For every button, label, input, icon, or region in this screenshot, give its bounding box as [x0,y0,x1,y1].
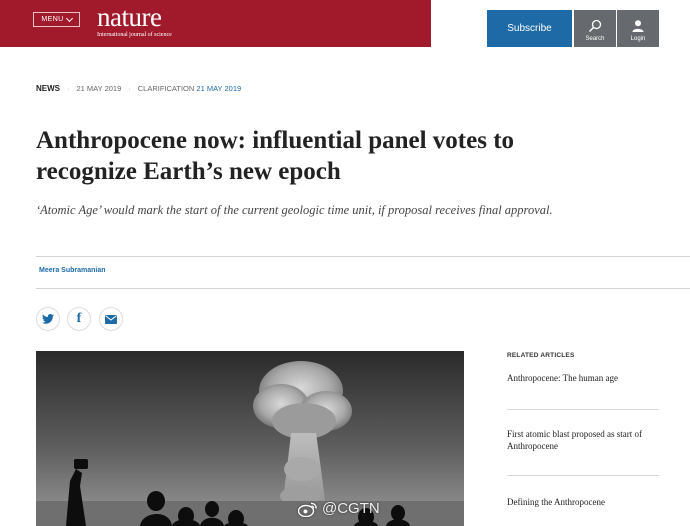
author-link[interactable]: Meera Subramanian [39,267,106,274]
published-date: 21 MAY 2019 [76,84,122,93]
divider [507,475,659,476]
related-article-link[interactable]: First atomic blast proposed as start of … [507,428,659,452]
lead-photo[interactable] [36,351,464,526]
brand-band: MENU nature International journal of sci… [0,0,431,47]
login-button[interactable]: Login [617,10,659,47]
user-icon [632,20,644,32]
article-meta: NEWS · 21 MAY 2019 · CLARIFICATION 21 MA… [36,84,241,93]
twitter-icon [42,314,54,324]
email-icon [105,314,117,324]
watermark-text: @CGTN [322,500,380,517]
share-facebook-button[interactable]: f [67,307,91,331]
watermark: @CGTN [298,500,380,517]
login-label: Login [630,36,646,42]
search-icon [588,19,602,33]
search-button[interactable]: Search [574,10,616,47]
related-articles: RELATED ARTICLES Anthropocene: The human… [507,352,659,507]
weibo-icon [298,502,317,517]
search-label: Search [585,36,605,42]
divider [507,409,659,410]
meta-separator: · [128,84,131,93]
related-article-link[interactable]: Anthropocene: The human age [507,372,659,384]
subscribe-button[interactable]: Subscribe [487,10,572,47]
article-title: Anthropocene now: influential panel vote… [36,127,515,185]
share-twitter-button[interactable] [36,307,60,331]
article-type[interactable]: NEWS [36,84,60,93]
divider [36,256,690,257]
clarification-label: CLARIFICATION [137,84,195,93]
clarification-date-link[interactable]: 21 MAY 2019 [196,84,241,93]
article-standfirst: ‘Atomic Age’ would mark the start of the… [36,203,553,217]
mushroom-cloud-photo [36,351,464,526]
nature-logo[interactable]: nature International journal of science [97,2,172,39]
divider [36,288,690,289]
meta-separator: · [67,84,70,93]
facebook-icon: f [76,311,82,326]
menu-button[interactable]: MENU [33,12,80,27]
logo-word: nature [97,2,162,32]
related-heading: RELATED ARTICLES [507,352,575,359]
menu-label: MENU [41,16,64,23]
site-header: MENU nature International journal of sci… [0,0,690,47]
logo-tagline: International journal of science [97,32,172,38]
chevron-down-icon [65,14,73,22]
share-email-button[interactable] [99,307,123,331]
related-article-link[interactable]: Defining the Anthropocene [507,496,659,508]
